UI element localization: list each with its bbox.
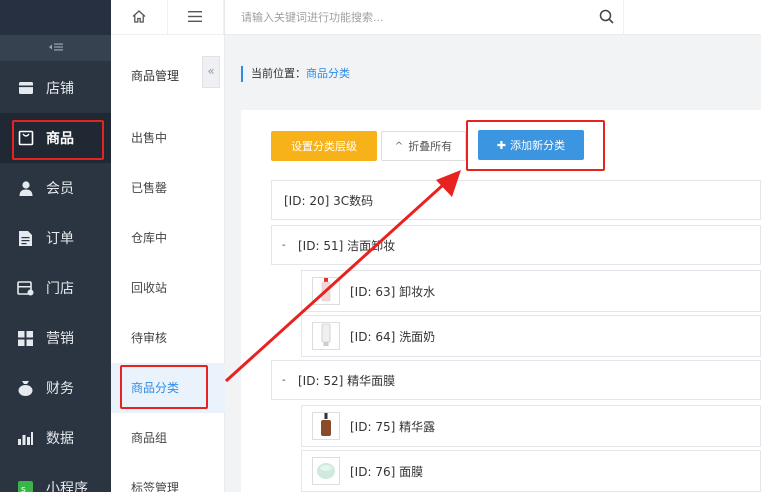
subnav-item-warehouse[interactable]: 仓库中: [111, 213, 225, 263]
product-thumbnail: [312, 277, 340, 305]
sidebar-item-label: 订单: [46, 231, 74, 247]
tube-icon: [319, 323, 333, 350]
document-icon: [17, 230, 34, 247]
set-category-level-button[interactable]: 设置分类层级: [271, 131, 377, 161]
sidebar-item-members[interactable]: 会员: [0, 163, 111, 213]
sidebar-item-data[interactable]: 数据: [0, 413, 111, 463]
sidebar-item-finance[interactable]: 财务: [0, 363, 111, 413]
category-row[interactable]: [ID: 64] 洗面奶: [301, 315, 761, 357]
sidebar-item-label: 小程序: [46, 481, 88, 492]
subnav-item-categories[interactable]: 商品分类: [111, 363, 225, 413]
category-row[interactable]: - [ID: 52] 精华面膜: [271, 360, 761, 400]
sub-navigation: 商品管理 « 出售中 已售罄 仓库中 回收站 待审核 商品分类 商品组 标签管理: [111, 0, 225, 492]
breadcrumb-current[interactable]: 商品分类: [306, 67, 350, 80]
menu-toggle-button[interactable]: [168, 0, 224, 35]
bag-icon: [17, 130, 34, 147]
fold-subnav-button[interactable]: «: [202, 56, 220, 88]
subnav-item-recycle-bin[interactable]: 回收站: [111, 263, 225, 313]
sidebar-item-stores[interactable]: 门店: [0, 263, 111, 313]
sidebar-item-label: 店铺: [46, 81, 74, 97]
subnav-title: 商品管理: [131, 69, 180, 83]
sidebar-item-marketing[interactable]: 营销: [0, 313, 111, 363]
add-category-button[interactable]: ✚ 添加新分类: [478, 130, 584, 160]
product-thumbnail: [312, 457, 340, 485]
category-row[interactable]: [ID: 20] 3C数码: [271, 180, 761, 220]
bar-chart-icon: [17, 430, 34, 447]
serum-bottle-icon: [319, 412, 333, 440]
category-label: [ID: 64] 洗面奶: [350, 329, 436, 344]
moneybag-icon: [17, 380, 34, 397]
sidebar-item-label: 会员: [46, 181, 74, 197]
top-search-bar: [225, 0, 761, 35]
main-sidebar: 店铺 商品 会员 订单 门店 营销 财务 数据 s 小程序: [0, 0, 111, 492]
subnav-item-product-groups[interactable]: 商品组: [111, 413, 225, 463]
hamburger-icon: [188, 10, 203, 25]
user-icon: [17, 180, 34, 197]
category-row[interactable]: [ID: 76] 面膜: [301, 450, 761, 492]
expand-toggle[interactable]: -: [282, 240, 288, 251]
product-thumbnail: [312, 412, 340, 440]
sidebar-item-orders[interactable]: 订单: [0, 213, 111, 263]
sidebar-item-label: 数据: [46, 431, 74, 447]
search-icon: [599, 9, 614, 27]
subnav-item-pending-review[interactable]: 待审核: [111, 313, 225, 363]
subnav-item-tag-management[interactable]: 标签管理: [111, 463, 225, 492]
function-search-input[interactable]: [241, 0, 601, 35]
bottle-icon: [319, 277, 333, 305]
category-label: [ID: 51] 洁面卸妆: [298, 238, 396, 253]
category-label: [ID: 20] 3C数码: [284, 193, 374, 208]
collapse-menu-icon[interactable]: [0, 35, 111, 61]
category-label: [ID: 76] 面膜: [350, 464, 424, 479]
store-icon: [17, 80, 34, 97]
subnav-item-sold-out[interactable]: 已售罄: [111, 163, 225, 213]
subnav-item-on-sale[interactable]: 出售中: [111, 113, 225, 163]
collapse-all-label: 折叠所有: [408, 140, 453, 153]
category-label: [ID: 52] 精华面膜: [298, 373, 396, 388]
sidebar-item-label: 营销: [46, 331, 74, 347]
sidebar-item-miniprogram[interactable]: s 小程序: [0, 463, 111, 492]
sidebar-item-label: 商品: [46, 131, 74, 147]
add-category-label: 添加新分类: [510, 139, 566, 152]
plus-icon: ✚: [496, 138, 507, 152]
shop-icon: [17, 280, 34, 297]
svg-text:s: s: [21, 485, 26, 492]
subnav-toolbar: [111, 0, 224, 35]
sidebar-item-products[interactable]: 商品: [0, 113, 111, 163]
breadcrumb-prefix: 当前位置：: [251, 67, 306, 80]
sidebar-item-label: 财务: [46, 381, 74, 397]
category-label: [ID: 63] 卸妆水: [350, 284, 436, 299]
chevron-up-icon: ^: [394, 140, 404, 152]
expand-toggle[interactable]: -: [282, 375, 288, 386]
collapse-all-button[interactable]: ^ 折叠所有: [381, 131, 466, 161]
home-icon: [132, 9, 146, 26]
category-row[interactable]: [ID: 75] 精华露: [301, 405, 761, 447]
search-button[interactable]: [589, 0, 624, 35]
jar-icon: [315, 459, 337, 484]
category-row[interactable]: [ID: 63] 卸妆水: [301, 270, 761, 312]
home-button[interactable]: [111, 0, 168, 35]
product-thumbnail: [312, 322, 340, 350]
category-label: [ID: 75] 精华露: [350, 419, 436, 434]
sidebar-item-label: 门店: [46, 281, 74, 297]
sidebar-logo-area: [0, 0, 111, 35]
sidebar-item-store[interactable]: 店铺: [0, 63, 111, 113]
grid-icon: [17, 330, 34, 347]
category-row[interactable]: - [ID: 51] 洁面卸妆: [271, 225, 761, 265]
miniprogram-icon: s: [17, 480, 34, 492]
breadcrumb: 当前位置：商品分类: [241, 66, 350, 82]
